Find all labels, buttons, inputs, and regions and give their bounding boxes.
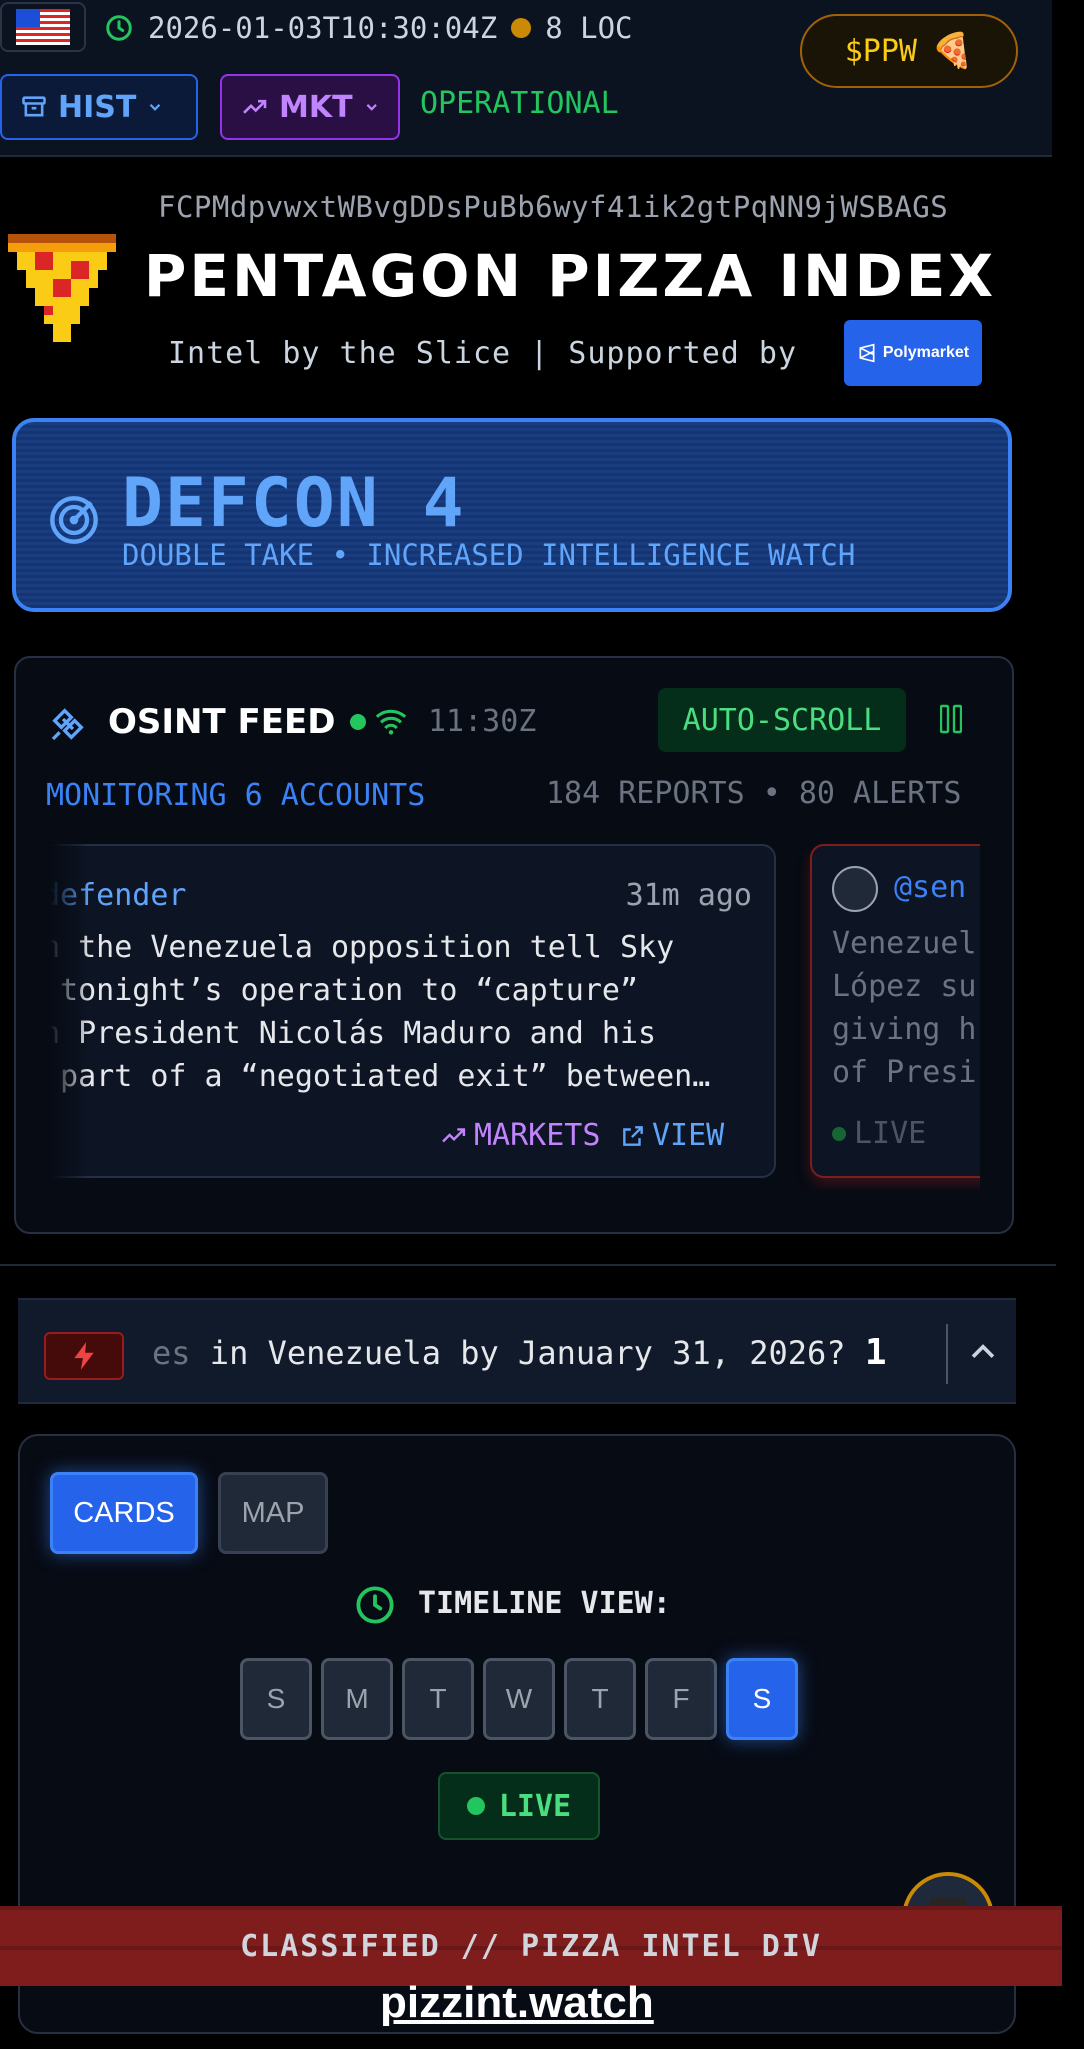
day-button-sat[interactable]: S xyxy=(726,1658,798,1740)
timestamp: 2026-01-03T10:30:04Z xyxy=(148,11,498,45)
clock-icon xyxy=(106,15,132,41)
lightning-icon xyxy=(74,1342,94,1370)
wifi-icon xyxy=(375,709,407,735)
day-button-mon[interactable]: M xyxy=(321,1658,393,1740)
chevron-up-icon[interactable] xyxy=(966,1336,1000,1366)
markets-link[interactable]: MARKETS xyxy=(440,1118,600,1153)
ticker-text: es in Venezuela by January 31, 2026? 1 xyxy=(152,1332,940,1373)
view-label: VIEW xyxy=(652,1118,725,1153)
defcon-description: DOUBLE TAKE • INCREASED INTELLIGENCE WAT… xyxy=(122,538,856,572)
live-dot-icon xyxy=(466,1797,485,1815)
divider xyxy=(0,1264,1056,1266)
site-watermark: pizzint.watch xyxy=(380,1978,654,2027)
post-username[interactable]: @sen xyxy=(894,870,966,905)
sponsor-label: Polymarket xyxy=(882,344,970,361)
defcon-level: DEFCON 4 xyxy=(122,464,466,543)
auto-scroll-toggle[interactable]: AUTO-SCROLL xyxy=(658,688,906,752)
status-row: 2026-01-03T10:30:04Z 8 LOC xyxy=(104,6,633,50)
osint-time: 11:30Z xyxy=(428,704,537,739)
post-live-label: LIVE xyxy=(854,1116,927,1151)
system-status: OPERATIONAL xyxy=(420,86,619,121)
location-count: 8 LOC xyxy=(545,11,633,45)
ticker-faded: es xyxy=(152,1334,191,1372)
feed-post-card-alert[interactable]: @sen Venezuel López su giving h of Presi… xyxy=(810,844,980,1178)
classified-text: CLASSIFIED // PIZZA INTEL DIV xyxy=(240,1928,822,1964)
clock-icon xyxy=(356,1586,394,1624)
view-link[interactable]: VIEW xyxy=(620,1118,724,1153)
carousel-fade xyxy=(50,844,90,1190)
live-dot-icon xyxy=(832,1126,846,1141)
page-title: PENTAGON PIZZA INDEX xyxy=(143,242,997,310)
trending-up-icon xyxy=(243,99,267,114)
ticker-question: in Venezuela by January 31, 2026? xyxy=(190,1334,846,1372)
timeline-label: TIMELINE VIEW: xyxy=(418,1586,671,1621)
mkt-dropdown[interactable]: MKT xyxy=(220,74,400,140)
location-dot-icon xyxy=(511,18,532,38)
satellite-icon xyxy=(51,708,84,741)
us-flag-button[interactable] xyxy=(0,2,86,52)
feed-carousel[interactable]: defender 31m ago n the Venezuela opposit… xyxy=(50,844,980,1190)
day-button-thu[interactable]: T xyxy=(564,1658,636,1740)
day-button-sun[interactable]: S xyxy=(240,1658,312,1740)
monitoring-count: MONITORING 6 ACCOUNTS xyxy=(46,778,426,813)
pause-icon[interactable] xyxy=(940,704,962,734)
live-label: LIVE xyxy=(498,1788,572,1824)
post-text: n the Venezuela opposition tell Sky toni… xyxy=(50,930,711,1094)
hist-label: HIST xyxy=(58,89,137,125)
radar-icon xyxy=(50,496,98,544)
post-text: Venezuel López su giving h of Presi xyxy=(832,926,977,1090)
osint-title: OSINT FEED xyxy=(108,702,336,742)
markets-label: MARKETS xyxy=(474,1118,601,1153)
pizza-slice-icon: 🍕 xyxy=(930,31,974,71)
cards-view-button[interactable]: CARDS xyxy=(50,1472,198,1554)
day-button-tue[interactable]: T xyxy=(402,1658,474,1740)
live-dot-icon xyxy=(350,714,366,730)
external-link-icon xyxy=(623,1125,643,1146)
polymarket-icon xyxy=(859,343,875,363)
contract-address[interactable]: FCPMdpvwxtWBvgDDsPuBb6wyf41ik2gtPqNN9jWS… xyxy=(158,190,948,224)
feed-post-card[interactable]: defender 31m ago n the Venezuela opposit… xyxy=(50,844,776,1178)
avatar xyxy=(832,866,878,912)
tagline: Intel by the Slice | Supported by xyxy=(168,336,798,371)
day-button-wed[interactable]: W xyxy=(483,1658,555,1740)
map-view-button[interactable]: MAP xyxy=(218,1472,328,1554)
pizza-logo-icon xyxy=(8,234,116,342)
chevron-down-icon xyxy=(150,103,161,111)
post-time: 31m ago xyxy=(625,878,752,913)
hist-dropdown[interactable]: HIST xyxy=(0,74,198,140)
day-button-fri[interactable]: F xyxy=(645,1658,717,1740)
alert-badge xyxy=(44,1332,124,1380)
archive-icon xyxy=(22,96,46,117)
us-flag-icon xyxy=(16,9,70,45)
classified-banner: CLASSIFIED // PIZZA INTEL DIV xyxy=(0,1906,1062,1986)
token-label: $PPW xyxy=(844,33,917,69)
report-counts: 184 REPORTS • 80 ALERTS xyxy=(546,776,962,811)
polymarket-button[interactable]: Polymarket xyxy=(844,320,982,386)
trending-up-icon xyxy=(442,1127,466,1142)
ticker-separator xyxy=(946,1324,948,1384)
ticker-value: 1 xyxy=(864,1332,887,1373)
live-button[interactable]: LIVE xyxy=(438,1772,600,1840)
token-button[interactable]: $PPW 🍕 xyxy=(800,14,1018,88)
chevron-down-icon xyxy=(366,104,377,111)
post-live-status: LIVE xyxy=(832,1116,926,1151)
mkt-label: MKT xyxy=(279,89,353,125)
